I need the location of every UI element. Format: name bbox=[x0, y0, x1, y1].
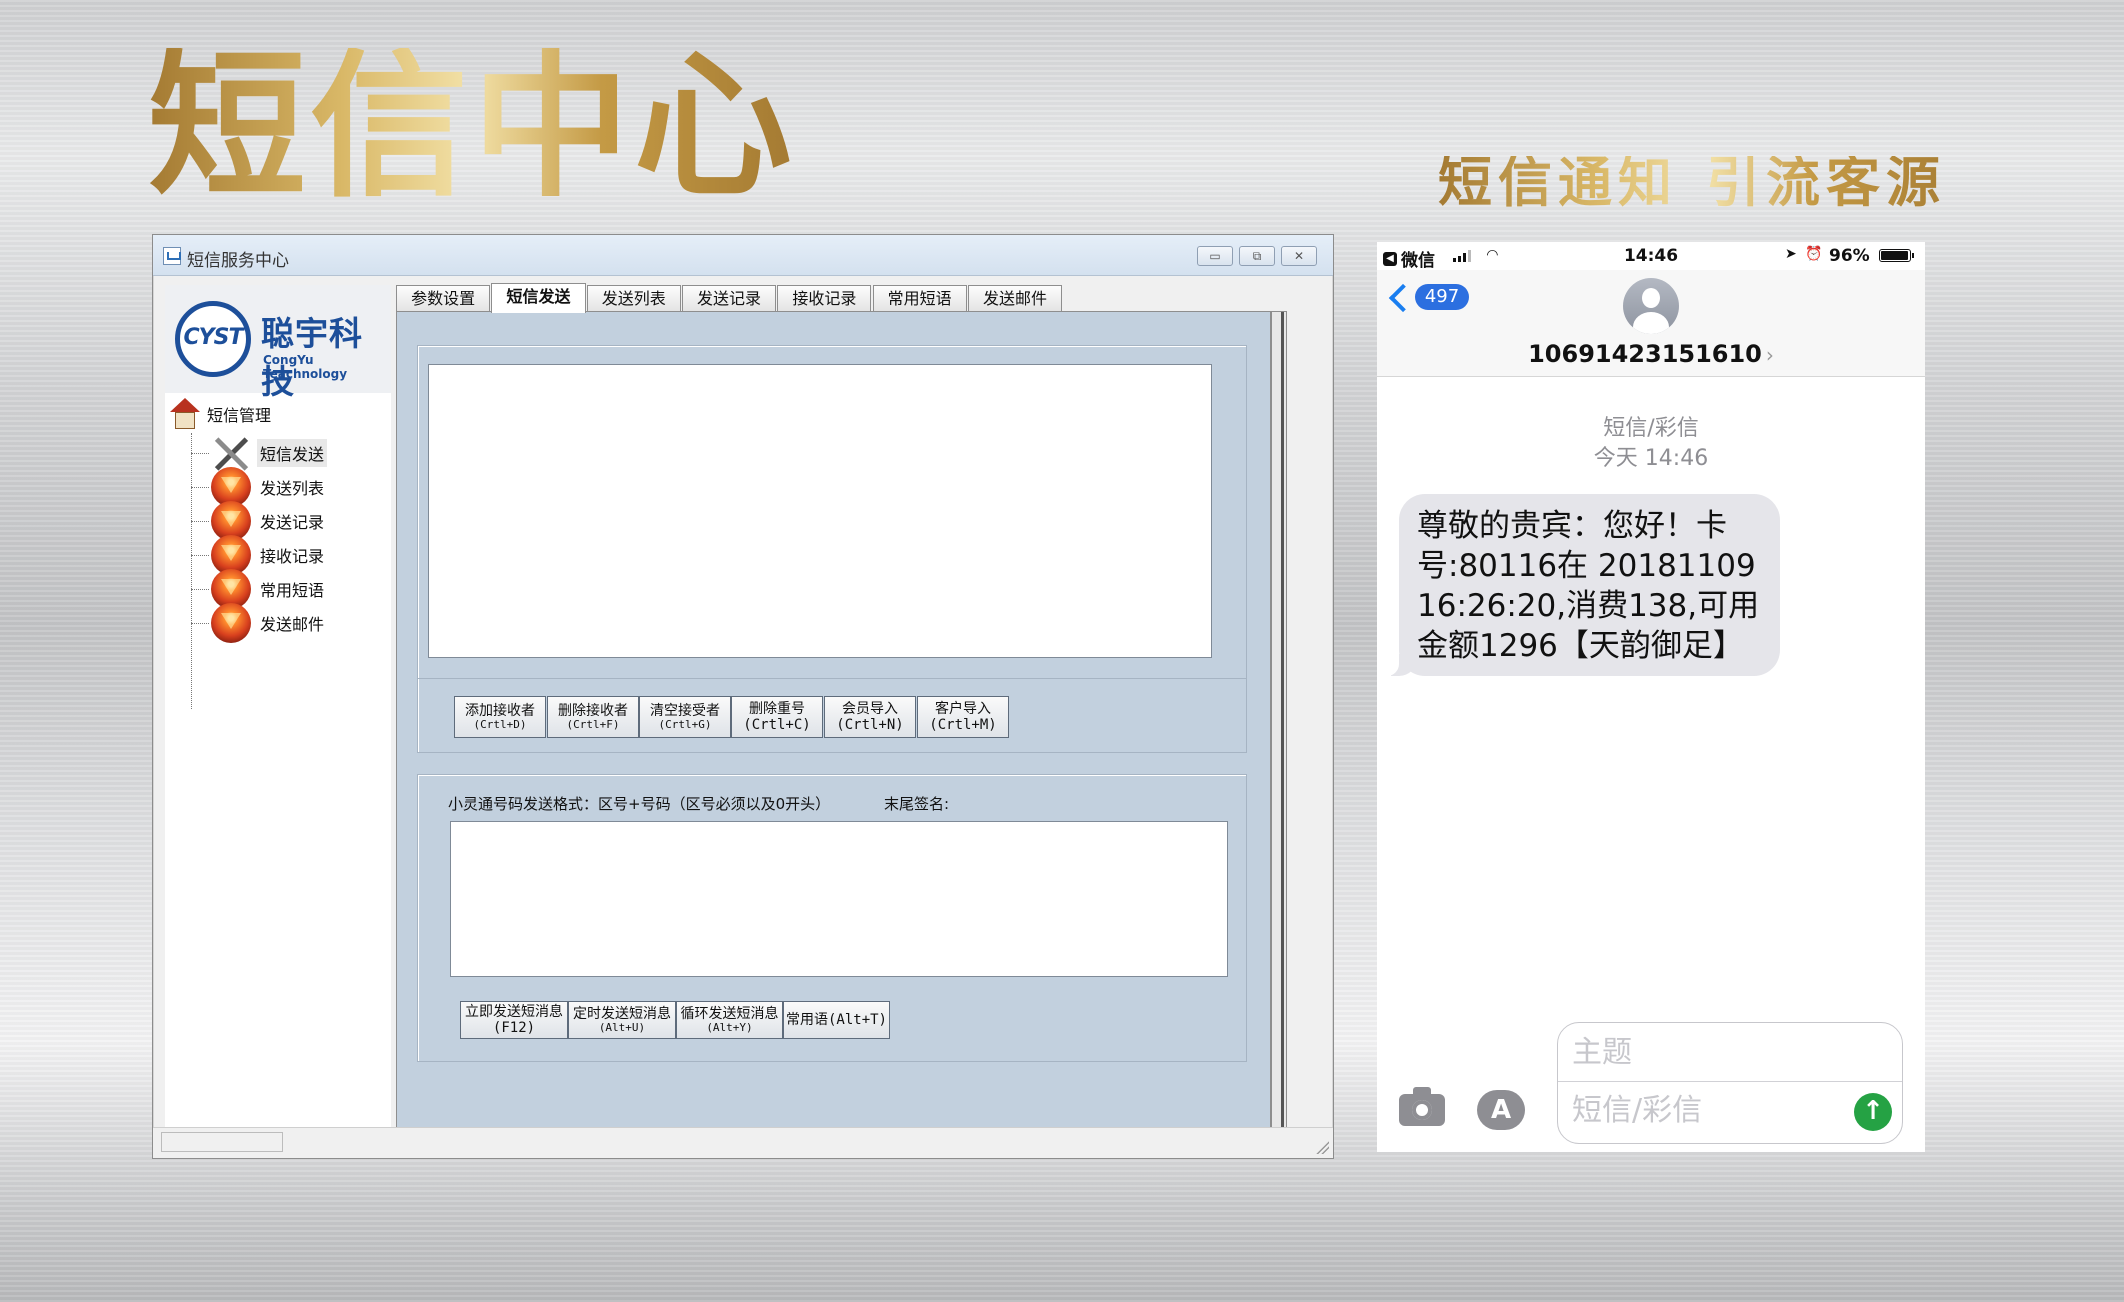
logo-mark: CYST bbox=[175, 301, 251, 377]
recipient-buttons-3[interactable]: 删除重号(Crtl+C) bbox=[731, 696, 823, 738]
status-bar bbox=[153, 1127, 1333, 1158]
recipient-buttons-2[interactable]: 清空接受者 (Crtl+G) bbox=[639, 696, 731, 738]
location-icon: ➤ bbox=[1785, 246, 1797, 262]
subject-input[interactable]: 主题 bbox=[1572, 1031, 1872, 1075]
phone-messages-screen: ◀ 微信 ◠ 14:46 ➤ ⏰ 96% 497 10691423151610 ›… bbox=[1377, 242, 1925, 1152]
maximize-button[interactable]: ⧉ bbox=[1239, 246, 1275, 266]
recipients-group: 添加接收者 (Crtl+D) 删除接收者 (Crtl+F) 清空接受者 (Crtl+G) 删… bbox=[417, 345, 1247, 753]
message-compose-box: 主题 短信/彩信 ↑ bbox=[1557, 1022, 1903, 1144]
tab-6[interactable]: 发送邮件 bbox=[967, 285, 1063, 311]
tree-item-5[interactable]: 发送邮件 bbox=[191, 603, 327, 643]
banner-title: 短信中心 bbox=[148, 35, 796, 219]
button-label: 常用语(Alt+T) bbox=[785, 1012, 887, 1028]
thread-message-type: 短信/彩信 bbox=[1603, 416, 1699, 441]
button-shortcut: (Crtl+D) bbox=[473, 718, 527, 731]
button-label: 删除接收者 bbox=[558, 703, 628, 719]
recipient-buttons-5[interactable]: 客户导入(Crtl+M) bbox=[917, 696, 1009, 738]
tree-item-label: 发送列表 bbox=[260, 479, 325, 498]
tab-panel-sms-send: 添加接收者 (Crtl+D) 删除接收者 (Crtl+F) 清空接受者 (Crtl+G) 删… bbox=[396, 311, 1271, 1141]
contact-number[interactable]: 10691423151610 › bbox=[1377, 340, 1925, 368]
tree-item-label: 常用短语 bbox=[260, 581, 325, 600]
send-arrow-button[interactable]: ↑ bbox=[1854, 1093, 1892, 1131]
contact-number-text: 10691423151610 bbox=[1528, 340, 1762, 368]
button-shortcut: (Alt+U) bbox=[598, 1021, 646, 1034]
home-icon bbox=[169, 398, 201, 430]
button-label: 客户导入(Crtl+M) bbox=[929, 701, 997, 733]
button-label: 循环发送短消息 bbox=[680, 1006, 779, 1022]
tree-item-label: 短信发送 bbox=[257, 439, 328, 467]
signature-label: 末尾签名: bbox=[884, 795, 950, 813]
back-chevron-icon[interactable] bbox=[1388, 283, 1418, 313]
recipient-buttons-0[interactable]: 添加接收者 (Crtl+D) bbox=[454, 696, 546, 738]
battery-percent: 96% bbox=[1829, 246, 1870, 266]
slogan-left: 短信通知 bbox=[1438, 151, 1678, 214]
slogan-right: 引流客源 bbox=[1706, 151, 1946, 214]
window-titlebar[interactable]: 短信服务中心 ▭ ⧉ ✕ bbox=[153, 235, 1333, 276]
sms-service-window: 短信服务中心 ▭ ⧉ ✕ CYST 聪宇科技 CongYu Teachnolog… bbox=[152, 234, 1334, 1159]
unread-count-badge[interactable]: 497 bbox=[1415, 284, 1469, 310]
tree-root-sms-management[interactable]: 短信管理 bbox=[169, 395, 271, 433]
phone-status-bar: ◀ 微信 ◠ 14:46 ➤ ⏰ 96% bbox=[1377, 242, 1925, 271]
tab-4[interactable]: 接收记录 bbox=[777, 285, 872, 311]
format-hint: 小灵通号码发送格式：区号+号码（区号必须以及0开头） bbox=[448, 795, 831, 813]
thread-timestamp: 今天 14:46 bbox=[1593, 446, 1709, 471]
compose-divider bbox=[1558, 1081, 1902, 1082]
button-label: 会员导入(Crtl+N) bbox=[836, 701, 904, 733]
button-shortcut: (Crtl+F) bbox=[566, 718, 620, 731]
message-textarea[interactable] bbox=[450, 821, 1228, 977]
sidebar: CYST 聪宇科技 CongYu Teachnology 短信管理 短信发送发送… bbox=[165, 285, 391, 1145]
button-label: 定时发送短消息 bbox=[573, 1006, 671, 1022]
message-input[interactable]: 短信/彩信 bbox=[1572, 1089, 1832, 1133]
button-shortcut: (Crtl+G) bbox=[658, 718, 712, 731]
recipient-buttons-4[interactable]: 会员导入(Crtl+N) bbox=[824, 696, 916, 738]
tree-root-label: 短信管理 bbox=[207, 406, 272, 425]
tab-5[interactable]: 常用短语 bbox=[872, 285, 967, 311]
battery-fill bbox=[1881, 251, 1908, 260]
group-divider bbox=[418, 678, 1246, 679]
minimize-button[interactable]: ▭ bbox=[1197, 246, 1233, 266]
tab-0[interactable]: 参数设置 bbox=[396, 285, 491, 311]
tab-strip: 参数设置 短信发送 发送列表 发送记录 接收记录 常用短语 发送邮件 bbox=[396, 283, 1288, 313]
camera-icon[interactable] bbox=[1399, 1087, 1445, 1126]
button-label: 删除重号(Crtl+C) bbox=[743, 701, 811, 733]
app-store-icon[interactable]: A bbox=[1477, 1090, 1525, 1130]
orb-icon bbox=[211, 603, 251, 643]
tab-3[interactable]: 发送记录 bbox=[681, 285, 777, 311]
banner-slogan: 短信通知 引流客源 bbox=[1438, 156, 1974, 210]
button-label: 清空接受者 bbox=[650, 703, 720, 719]
send-buttons-3[interactable]: 常用语(Alt+T) bbox=[783, 1001, 890, 1039]
window-title: 短信服务中心 bbox=[187, 251, 289, 271]
tree-item-label: 发送邮件 bbox=[260, 615, 325, 634]
status-panel bbox=[161, 1132, 283, 1152]
button-shortcut: (Alt+Y) bbox=[706, 1021, 753, 1034]
battery-icon bbox=[1879, 249, 1914, 262]
recipient-list[interactable] bbox=[428, 364, 1212, 658]
alarm-icon: ⏰ bbox=[1805, 246, 1823, 262]
send-buttons-1[interactable]: 定时发送短消息 (Alt+U) bbox=[568, 1001, 676, 1039]
send-buttons-2[interactable]: 循环发送短消息 (Alt+Y) bbox=[676, 1001, 783, 1039]
company-logo: CYST 聪宇科技 CongYu Teachnology bbox=[165, 285, 391, 401]
app-icon bbox=[163, 247, 181, 265]
logo-name-en: CongYu Teachnology bbox=[263, 353, 348, 381]
resize-grip-icon[interactable] bbox=[1315, 1140, 1329, 1154]
chevron-right-icon: › bbox=[1765, 343, 1774, 367]
button-label: 添加接收者 bbox=[465, 703, 535, 719]
panel-scrollbar[interactable] bbox=[1271, 311, 1287, 1141]
contact-avatar[interactable] bbox=[1623, 278, 1679, 334]
tab-1[interactable]: 短信发送 bbox=[491, 283, 586, 313]
close-button[interactable]: ✕ bbox=[1281, 246, 1317, 266]
button-label: 立即发送短消息(F12) bbox=[465, 1004, 563, 1036]
incoming-message-bubble[interactable]: 尊敬的贵宾：您好！卡号:80116在 20181109 16:26:20,消费1… bbox=[1383, 494, 1780, 676]
conversation-header: 497 10691423151610 › bbox=[1377, 270, 1925, 377]
compose-group: 小灵通号码发送格式：区号+号码（区号必须以及0开头） 末尾签名: 立即发送短消息… bbox=[417, 774, 1247, 1062]
tree-item-label: 发送记录 bbox=[260, 513, 325, 532]
recipient-buttons-1[interactable]: 删除接收者 (Crtl+F) bbox=[547, 696, 639, 738]
send-buttons-0[interactable]: 立即发送短消息(F12) bbox=[460, 1001, 568, 1039]
tab-2[interactable]: 发送列表 bbox=[586, 285, 681, 311]
tree-item-label: 接收记录 bbox=[260, 547, 325, 566]
